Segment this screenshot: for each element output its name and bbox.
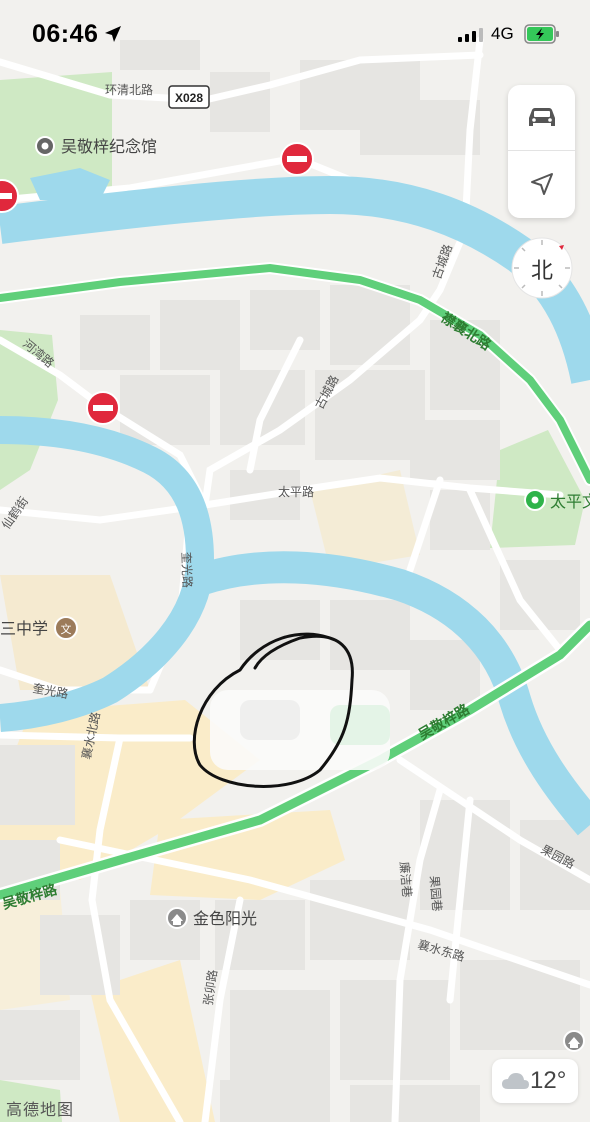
poi-school[interactable]: 三中学 文 (0, 616, 78, 640)
road-label: 环清北路 (105, 82, 153, 97)
map-provider-logo: 高德地图 (6, 1100, 75, 1119)
map-canvas[interactable]: X028 环清北路 古城路 古城路 襟襄北路 河湾路 太平路 仙鹤街 奎光路 奎… (0, 0, 590, 1122)
battery-icon (524, 24, 559, 44)
signal-icon (458, 28, 483, 42)
no-entry-icon[interactable] (280, 142, 314, 176)
weather-widget[interactable]: 12° (492, 1059, 578, 1103)
navigation-arrow-icon (530, 173, 553, 195)
poi-taiping[interactable]: 太平文 (524, 489, 590, 511)
road-label: 奎光路 (179, 552, 195, 589)
no-entry-icon[interactable] (86, 391, 120, 425)
driving-mode-button[interactable] (508, 85, 575, 151)
compass-button[interactable]: 北 (510, 236, 574, 300)
svg-text:三中学: 三中学 (0, 619, 48, 638)
road-label: 太平路 (278, 484, 314, 499)
clock: 06:46 (32, 20, 99, 48)
network-type: 4G (491, 24, 514, 43)
status-bar: 06:46 4G (0, 0, 590, 70)
blurred-area (210, 690, 390, 770)
poi-home-icon[interactable] (563, 1030, 585, 1052)
svg-text:金色阳光: 金色阳光 (193, 909, 257, 928)
poi-community[interactable]: 金色阳光 (166, 907, 257, 929)
car-icon (528, 107, 555, 126)
cloud-icon (502, 1073, 529, 1089)
school-icon: 文 (61, 622, 72, 636)
road-label: 廉洁巷 (397, 861, 415, 898)
road-number-badge: X028 (168, 85, 210, 109)
location-arrow-icon (105, 26, 121, 42)
compass-north-label: 北 (530, 259, 553, 284)
svg-text:太平文: 太平文 (550, 492, 590, 511)
map-controls (508, 85, 575, 218)
locate-me-button[interactable] (508, 151, 575, 217)
temperature: 12° (530, 1067, 567, 1094)
svg-text:吴敬梓纪念馆: 吴敬梓纪念馆 (61, 137, 157, 156)
svg-text:X028: X028 (175, 91, 203, 105)
